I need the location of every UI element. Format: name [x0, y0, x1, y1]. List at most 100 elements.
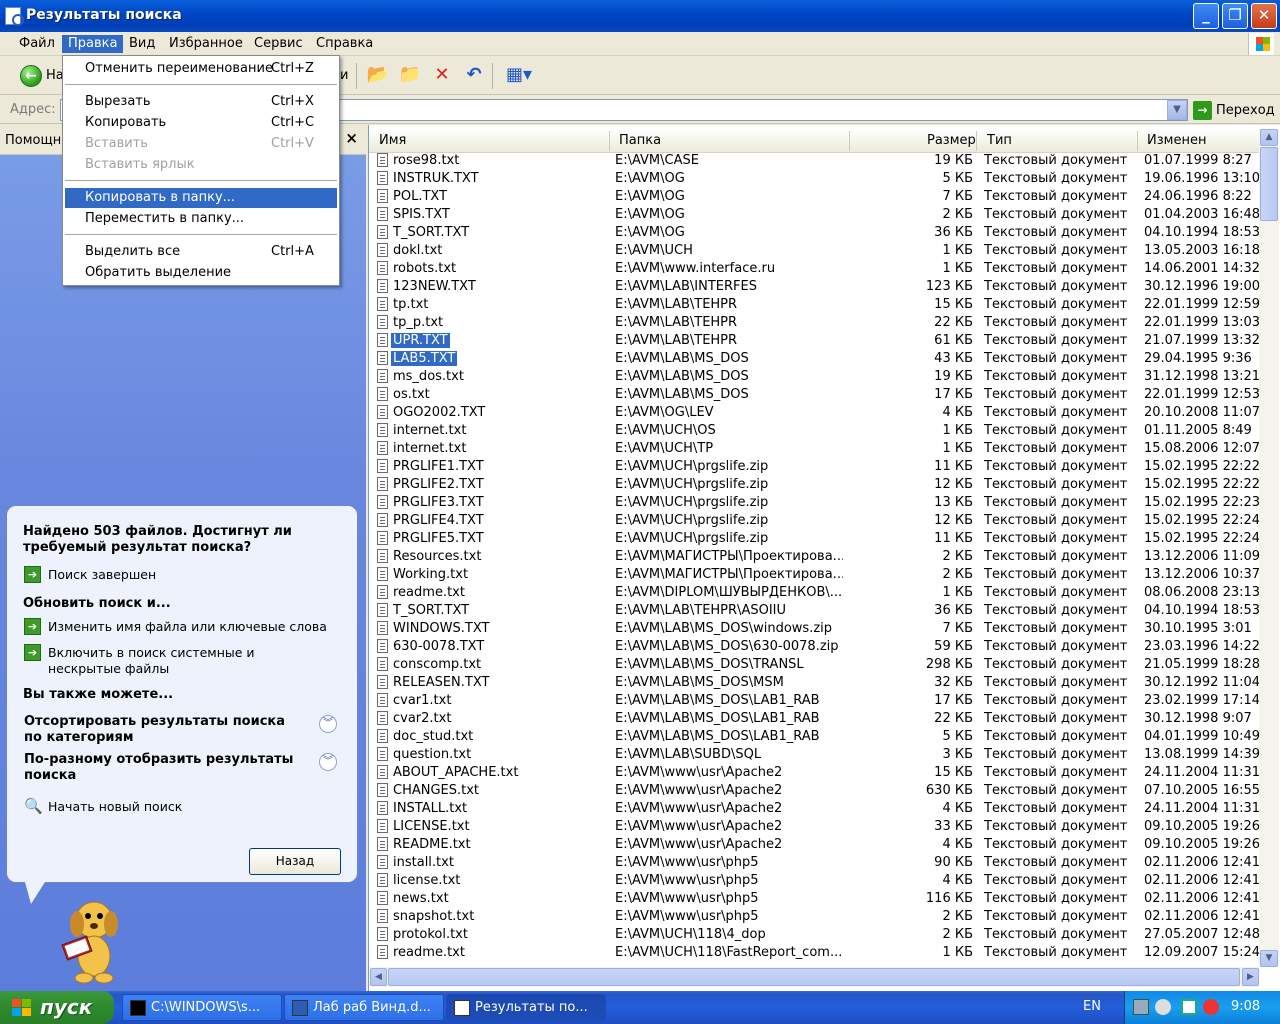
display-differently-link[interactable]: По-разному отобразить результаты поиска	[24, 752, 304, 784]
menu-item-undo[interactable]: Отменить переименование Ctrl+Z	[65, 59, 337, 79]
table-row[interactable]: readme.txt E:\AVM\DIPLOM\ШУВЫРДЕНКОВ\... 1…	[369, 584, 1259, 602]
close-button[interactable]: ✕	[1251, 3, 1277, 29]
menu-item-copy-to-folder[interactable]: Копировать в папку...	[65, 188, 337, 208]
table-row[interactable]: robots.txt E:\AVM\www.interface.ru 1 КБ Тек…	[369, 260, 1259, 278]
taskbar-item-search[interactable]: Результаты по...	[446, 994, 606, 1021]
views-icon[interactable]: ▦▾	[500, 64, 538, 86]
search-done-link[interactable]: Поиск завершен	[48, 567, 156, 582]
table-row[interactable]: os.txt E:\AVM\LAB\MS_DOS 17 КБ Текстовый до…	[369, 386, 1259, 404]
table-row[interactable]: OGO2002.TXT E:\AVM\OG\LEV 4 КБ Текстовый до…	[369, 404, 1259, 422]
table-row[interactable]: tp_p.txt E:\AVM\LAB\TEHPR 22 КБ Текстовый д…	[369, 314, 1259, 332]
taskbar-item-word[interactable]: Лаб раб Винд.d...	[284, 994, 444, 1021]
table-row[interactable]: T_SORT.TXT E:\AVM\OG 36 КБ Текстовый докуме…	[369, 224, 1259, 242]
table-row[interactable]: SPIS.TXT E:\AVM\OG 2 КБ Текстовый документ 0…	[369, 206, 1259, 224]
undo-icon[interactable]: ↶	[462, 64, 486, 86]
table-row[interactable]: license.txt E:\AVM\www\usr\php5 4 КБ Тексто…	[369, 872, 1259, 890]
scroll-right-icon[interactable]: ▶	[1242, 968, 1259, 986]
table-row[interactable]: Resources.txt E:\AVM\МАГИСТРЫ\Проектирова…	[369, 548, 1259, 566]
network-icon[interactable]	[1133, 999, 1149, 1015]
back-search-button[interactable]: Назад	[249, 848, 341, 875]
language-indicator[interactable]: EN	[1083, 999, 1101, 1014]
minimize-button[interactable]: _	[1193, 3, 1219, 29]
scroll-down-icon[interactable]: ▼	[1260, 950, 1278, 967]
menu-help[interactable]: Справка	[310, 35, 379, 53]
table-row[interactable]: PRGLIFE4.TXT E:\AVM\UCH\prgslife.zip 12 КБ…	[369, 512, 1259, 530]
maximize-button[interactable]: ❐	[1222, 3, 1248, 29]
menu-tools[interactable]: Сервис	[248, 35, 309, 53]
column-divider[interactable]	[609, 131, 610, 151]
menu-item-copy[interactable]: Копировать Ctrl+C	[65, 113, 337, 133]
volume-icon[interactable]	[1155, 999, 1171, 1015]
pane-close-icon[interactable]: ×	[345, 129, 358, 147]
menu-item-cut[interactable]: Вырезать Ctrl+X	[65, 92, 337, 112]
scroll-thumb[interactable]	[1260, 147, 1278, 221]
table-row[interactable]: PRGLIFE3.TXT E:\AVM\UCH\prgslife.zip 13 КБ…	[369, 494, 1259, 512]
table-row[interactable]: snapshot.txt E:\AVM\www\usr\php5 2 КБ Текст…	[369, 908, 1259, 926]
column-name[interactable]: Имя	[379, 133, 406, 148]
column-divider[interactable]	[1137, 131, 1138, 151]
table-row[interactable]: INSTRUK.TXT E:\AVM\OG 5 КБ Текстовый докуме…	[369, 170, 1259, 188]
new-search-link[interactable]: Начать новый поиск	[48, 799, 182, 814]
table-row[interactable]: PRGLIFE5.TXT E:\AVM\UCH\prgslife.zip 11 КБ…	[369, 530, 1259, 548]
table-row[interactable]: UPR.TXT E:\AVM\LAB\TEHPR 61 КБ Текстовый до…	[369, 332, 1259, 350]
move-to-folder-icon[interactable]: 📂	[366, 64, 390, 86]
security-icon[interactable]	[1181, 999, 1197, 1015]
menu-item-select-all[interactable]: Выделить все Ctrl+A	[65, 242, 337, 262]
change-name-link[interactable]: Изменить имя файла или ключевые слова	[48, 619, 348, 634]
table-row[interactable]: POL.TXT E:\AVM\OG 7 КБ Текстовый документ 24…	[369, 188, 1259, 206]
menu-file[interactable]: Файл	[13, 35, 61, 53]
table-row[interactable]: 123NEW.TXT E:\AVM\LAB\INTERFES 123 КБ Текст…	[369, 278, 1259, 296]
antivirus-icon[interactable]	[1203, 999, 1219, 1015]
table-row[interactable]: install.txt E:\AVM\www\usr\php5 90 КБ Текст…	[369, 854, 1259, 872]
vertical-scrollbar[interactable]: ▲ ▼	[1259, 129, 1279, 967]
menu-view[interactable]: Вид	[123, 35, 161, 53]
table-row[interactable]: ABOUT_APACHE.txt E:\AVM\www\usr\Apache2 15…	[369, 764, 1259, 782]
column-size[interactable]: Размер	[927, 133, 976, 148]
table-row[interactable]: question.txt E:\AVM\LAB\SUBD\SQL 3 КБ Текст…	[369, 746, 1259, 764]
table-row[interactable]: ms_dos.txt E:\AVM\LAB\MS_DOS 19 КБ Текстовы…	[369, 368, 1259, 386]
table-row[interactable]: protokol.txt E:\AVM\UCH\118\4_dop 2 КБ Текс…	[369, 926, 1259, 944]
menu-favorites[interactable]: Избранное	[163, 35, 249, 53]
delete-icon[interactable]: ✕	[430, 64, 454, 86]
table-row[interactable]: doc_stud.txt E:\AVM\LAB\MS_DOS\LAB1_RAB 5 …	[369, 728, 1259, 746]
expand-chevron-icon[interactable]: ︾	[319, 753, 337, 771]
table-row[interactable]: LICENSE.txt E:\AVM\www\usr\Apache2 33 КБ Те…	[369, 818, 1259, 836]
scroll-up-icon[interactable]: ▲	[1260, 129, 1278, 146]
table-row[interactable]: rose98.txt E:\AVM\CASE 19 КБ Текстовый доку…	[369, 152, 1259, 170]
column-type[interactable]: Тип	[987, 133, 1012, 148]
menu-item-invert-selection[interactable]: Обратить выделение	[65, 263, 337, 283]
table-row[interactable]: INSTALL.txt E:\AVM\www\usr\Apache2 4 КБ Тек…	[369, 800, 1259, 818]
table-row[interactable]: PRGLIFE2.TXT E:\AVM\UCH\prgslife.zip 12 КБ…	[369, 476, 1259, 494]
start-button[interactable]: пуск	[0, 991, 114, 1024]
menu-item-move-to-folder[interactable]: Переместить в папку...	[65, 209, 337, 229]
table-row[interactable]: readme.txt E:\AVM\UCH\118\FastReport_com.…	[369, 944, 1259, 962]
table-row[interactable]: PRGLIFE1.TXT E:\AVM\UCH\prgslife.zip 11 КБ…	[369, 458, 1259, 476]
table-row[interactable]: README.txt E:\AVM\www\usr\Apache2 4 КБ Текс…	[369, 836, 1259, 854]
column-modified[interactable]: Изменен	[1147, 133, 1206, 148]
table-row[interactable]: dokl.txt E:\AVM\UCH 1 КБ Текстовый документ…	[369, 242, 1259, 260]
table-row[interactable]: cvar1.txt E:\AVM\LAB\MS_DOS\LAB1_RAB 17 КБ…	[369, 692, 1259, 710]
column-divider[interactable]	[849, 131, 850, 151]
table-row[interactable]: conscomp.txt E:\AVM\LAB\MS_DOS\TRANSL 298 …	[369, 656, 1259, 674]
horizontal-scrollbar[interactable]: ◀ ▶	[369, 967, 1259, 987]
menu-edit[interactable]: Правка	[62, 35, 124, 53]
table-row[interactable]: news.txt E:\AVM\www\usr\php5 116 КБ Текстов…	[369, 890, 1259, 908]
copy-to-folder-icon[interactable]: 📁	[398, 64, 422, 86]
scroll-left-icon[interactable]: ◀	[370, 968, 387, 986]
table-row[interactable]: internet.txt E:\AVM\UCH\OS 1 КБ Текстовый д…	[369, 422, 1259, 440]
table-row[interactable]: WINDOWS.TXT E:\AVM\LAB\MS_DOS\windows.zip…	[369, 620, 1259, 638]
table-row[interactable]: internet.txt E:\AVM\UCH\TP 1 КБ Текстовый д…	[369, 440, 1259, 458]
table-row[interactable]: Working.txt E:\AVM\МАГИСТРЫ\Проектирова..…	[369, 566, 1259, 584]
table-row[interactable]: cvar2.txt E:\AVM\LAB\MS_DOS\LAB1_RAB 22 КБ…	[369, 710, 1259, 728]
table-row[interactable]: LAB5.TXT E:\AVM\LAB\MS_DOS 43 КБ Текстовый …	[369, 350, 1259, 368]
table-row[interactable]: RELEASEN.TXT E:\AVM\LAB\MS_DOS\MSM 32 КБ Те…	[369, 674, 1259, 692]
column-divider[interactable]	[976, 131, 977, 151]
column-folder[interactable]: Папка	[619, 133, 661, 148]
address-dropdown-icon[interactable]: ▼	[1167, 100, 1187, 120]
include-hidden-link[interactable]: Включить в поиск системные и нескрытые ф…	[48, 645, 318, 677]
table-row[interactable]: T_SORT.TXT E:\AVM\LAB\TEHPR\ASOIIU 36 КБ Те…	[369, 602, 1259, 620]
table-row[interactable]: tp.txt E:\AVM\LAB\TEHPR 15 КБ Текстовый док…	[369, 296, 1259, 314]
expand-chevron-icon[interactable]: ︾	[319, 715, 337, 733]
hscroll-thumb[interactable]	[388, 968, 1240, 986]
table-row[interactable]: CHANGES.txt E:\AVM\www\usr\Apache2 630 КБ Т…	[369, 782, 1259, 800]
